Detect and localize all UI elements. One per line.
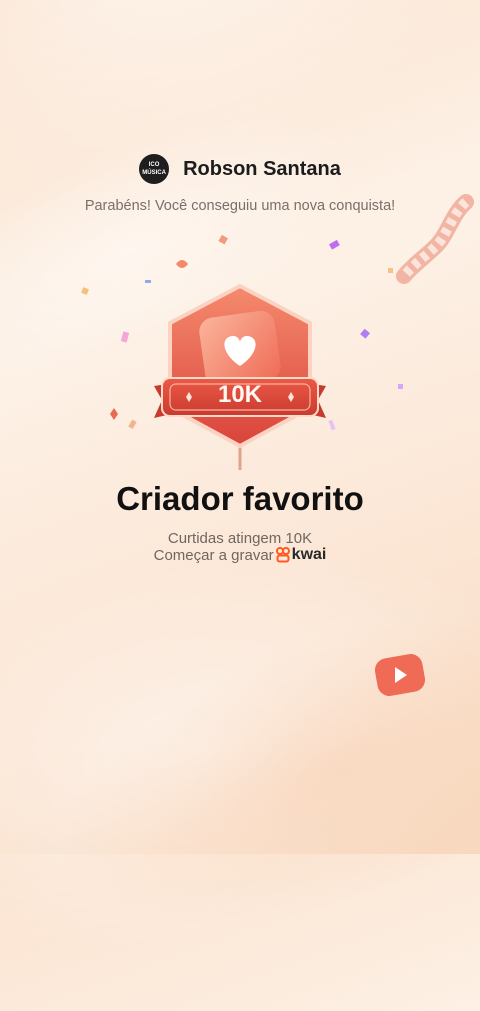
achievement-description: Curtidas atingem 10K [167,530,313,547]
play-icon [374,654,426,696]
background-swoosh [13,545,480,995]
kwai-logo: kwai [275,546,327,564]
record-cta[interactable]: Começar a gravar kwai [0,546,480,564]
badge-value: 10K [217,381,263,408]
background-swoosh [0,489,480,1011]
record-cta-label: Começar a gravar [153,546,274,564]
kwai-wordmark: kwai [291,546,327,563]
achievement-title: Criador favorito [116,480,364,517]
kwai-logo-icon [275,547,290,563]
badge [154,283,326,470]
